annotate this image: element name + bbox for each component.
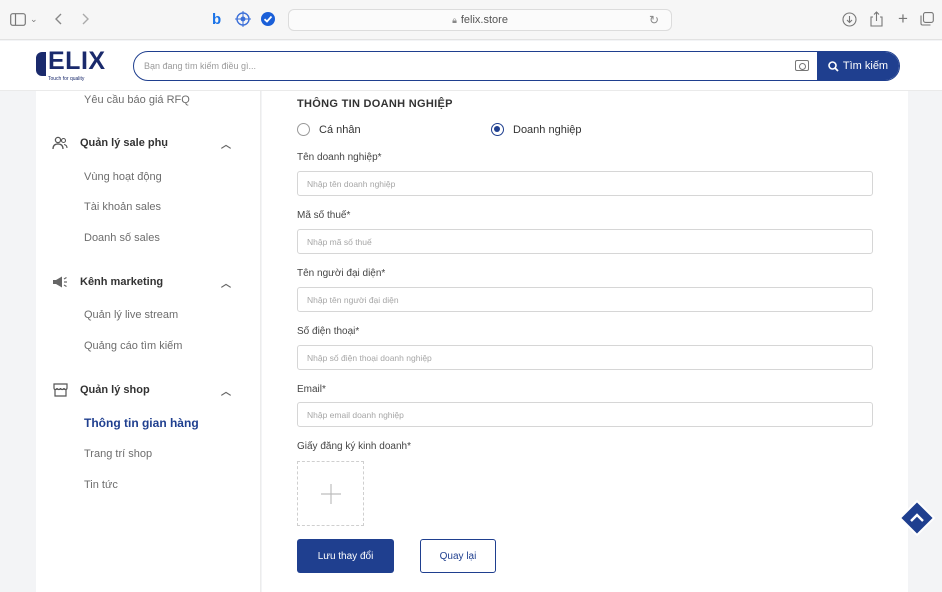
- sidebar-item-live-stream[interactable]: Quản lý live stream: [84, 309, 178, 321]
- input-ten-doanh-nghiep[interactable]: [297, 171, 873, 196]
- label-so-dien-thoai: Số điện thoại*: [297, 326, 360, 337]
- sidebar: Yêu cầu báo giá RFQ Quản lý sale phụ ︿ V…: [36, 91, 261, 592]
- reload-icon[interactable]: ↻: [649, 13, 659, 27]
- new-tab-icon[interactable]: +: [898, 9, 908, 28]
- check-badge-icon[interactable]: [260, 10, 276, 28]
- sidebar-item-rfq[interactable]: Yêu cầu báo giá RFQ: [84, 94, 190, 106]
- sidebar-toggle-icon[interactable]: [10, 10, 26, 28]
- sidebar-item-tai-khoan-sales[interactable]: Tài khoản sales: [84, 201, 161, 213]
- tabs-overview-icon[interactable]: [920, 10, 934, 28]
- plus-icon: [320, 483, 341, 504]
- logo-tagline: Touch for quality: [48, 76, 85, 82]
- radio-label: Cá nhân: [319, 123, 361, 136]
- radio-checked-icon: [491, 123, 504, 136]
- logo-mark-icon: [36, 52, 46, 76]
- lock-icon: 🔒︎: [452, 14, 457, 25]
- sidebar-item-quang-cao[interactable]: Quảng cáo tìm kiếm: [84, 340, 182, 352]
- sidebar-group-label: Quản lý shop: [80, 384, 150, 396]
- sidebar-group-shop[interactable]: Quản lý shop ︿: [52, 381, 247, 399]
- radio-label: Doanh nghiệp: [513, 123, 582, 136]
- radio-ca-nhan[interactable]: Cá nhân: [297, 123, 361, 136]
- sidebar-group-marketing[interactable]: Kênh marketing ︿: [52, 273, 247, 291]
- bing-extension-icon[interactable]: b: [212, 10, 221, 28]
- browser-toolbar: ⌄ b 🔒︎ felix.store ↻ +: [0, 0, 942, 40]
- search-button-label: Tìm kiếm: [842, 60, 889, 72]
- sidebar-item-thong-tin-gian-hang[interactable]: Thông tin gian hàng: [84, 416, 199, 430]
- sidebar-item-doanh-so-sales[interactable]: Doanh số sales: [84, 232, 160, 244]
- radio-doanh-nghiep[interactable]: Doanh nghiệp: [491, 123, 582, 136]
- share-icon[interactable]: [870, 10, 883, 28]
- radio-unchecked-icon: [297, 123, 310, 136]
- upload-button[interactable]: [297, 461, 364, 526]
- sidebar-group-label: Quản lý sale phụ: [80, 137, 169, 149]
- chevron-up-icon[interactable]: ︿: [221, 275, 231, 290]
- logo-text: ELIX: [48, 47, 106, 75]
- input-ten-nguoi-dai-dien[interactable]: [297, 287, 873, 312]
- back-arrow-icon[interactable]: [54, 10, 64, 28]
- label-giay-dang-ky: Giấy đăng ký kinh doanh*: [297, 441, 411, 452]
- search-icon: [828, 60, 839, 72]
- forward-arrow-icon[interactable]: [80, 10, 90, 28]
- address-bar[interactable]: 🔒︎ felix.store ↻: [288, 9, 672, 31]
- label-ma-so-thue: Mã số thuế*: [297, 210, 351, 221]
- site-header: ELIX Touch for quality Tìm kiếm: [0, 41, 942, 91]
- chevron-down-icon[interactable]: ⌄: [30, 10, 38, 28]
- felix-logo[interactable]: ELIX Touch for quality: [36, 47, 118, 84]
- shop-icon: [52, 382, 68, 398]
- scroll-top-button[interactable]: [897, 498, 937, 538]
- sidebar-item-tin-tuc[interactable]: Tin tức: [84, 479, 118, 491]
- input-so-dien-thoai[interactable]: [297, 345, 873, 370]
- save-button[interactable]: Lưu thay đổi: [297, 539, 394, 573]
- label-email: Email*: [297, 384, 326, 395]
- users-icon: [52, 135, 68, 151]
- input-ma-so-thue[interactable]: [297, 229, 873, 254]
- sidebar-group-sale[interactable]: Quản lý sale phụ ︿: [52, 134, 247, 152]
- input-email[interactable]: [297, 402, 873, 427]
- sidebar-item-trang-tri-shop[interactable]: Trang trí shop: [84, 448, 152, 460]
- url-text: felix.store: [460, 14, 508, 26]
- target-extension-icon[interactable]: [235, 10, 251, 28]
- chevron-up-icon: [898, 499, 936, 537]
- sidebar-group-label: Kênh marketing: [80, 276, 164, 288]
- chevron-up-icon[interactable]: ︿: [221, 383, 231, 398]
- business-info-form: THÔNG TIN DOANH NGHIỆP Cá nhân Doanh ngh…: [262, 91, 908, 592]
- back-button[interactable]: Quay lại: [420, 539, 496, 573]
- search-input[interactable]: [144, 58, 784, 74]
- download-icon[interactable]: [842, 10, 857, 28]
- label-ten-nguoi-dai-dien: Tên người đại diện*: [297, 268, 386, 279]
- chevron-up-icon[interactable]: ︿: [221, 136, 231, 151]
- search-button[interactable]: Tìm kiếm: [817, 52, 899, 80]
- sidebar-item-vung-hoat-dong[interactable]: Vùng hoạt động: [84, 171, 162, 183]
- camera-icon[interactable]: [795, 60, 809, 71]
- search-bar: Tìm kiếm: [133, 51, 900, 81]
- section-title: THÔNG TIN DOANH NGHIỆP: [297, 98, 453, 110]
- megaphone-icon: [52, 274, 68, 290]
- label-ten-doanh-nghiep: Tên doanh nghiệp*: [297, 152, 382, 163]
